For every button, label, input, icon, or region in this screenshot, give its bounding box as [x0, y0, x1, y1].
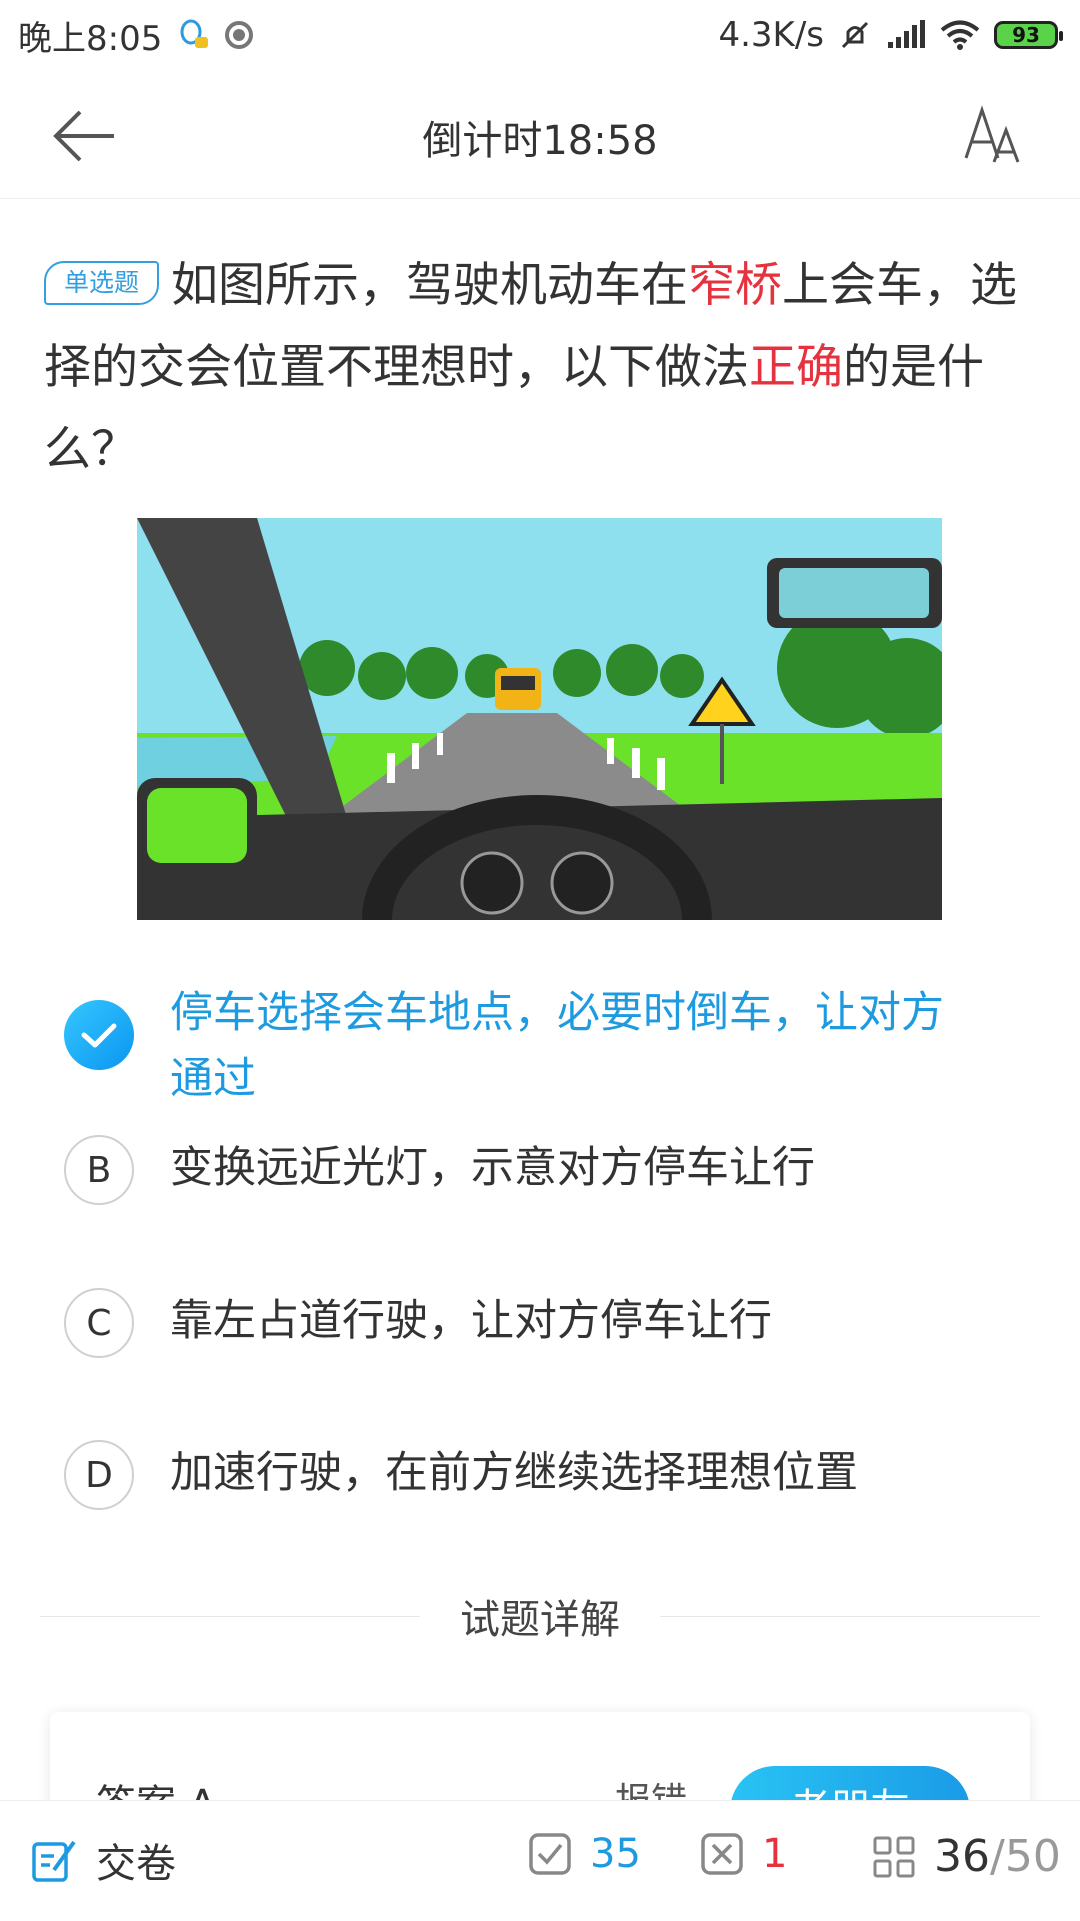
- option-a-text: 停车选择会车地点，必要时倒车，让对方通过: [170, 988, 944, 1104]
- option-d-letter: D: [64, 1440, 134, 1510]
- mute-icon: [841, 21, 869, 49]
- question-segment: 如图所示，驾驶机动车在: [171, 258, 689, 313]
- progress-total: /50: [990, 1831, 1061, 1882]
- option-d-text: 加速行驶，在前方继续选择理想位置: [170, 1448, 858, 1498]
- font-size-button[interactable]: [960, 100, 1030, 170]
- question-type-badge: 单选题: [44, 260, 160, 305]
- question-progress[interactable]: 36/50: [872, 1831, 1061, 1882]
- wrong-count-value: 1: [762, 1831, 788, 1877]
- network-speed: 4.3K/s: [718, 15, 824, 55]
- top-nav-bar: 倒计时18:58: [0, 70, 1080, 199]
- submit-exam-button[interactable]: 交卷: [30, 1831, 176, 1889]
- question-illustration: [137, 518, 942, 920]
- correct-box-icon: [529, 1833, 571, 1875]
- correct-count-value: 35: [590, 1831, 641, 1877]
- option-c-letter: C: [64, 1288, 134, 1358]
- explanation-heading: 试题详解: [460, 1597, 620, 1643]
- option-c[interactable]: C 靠左占道行驶，让对方停车让行: [64, 1288, 1014, 1358]
- option-c-text: 靠左占道行驶，让对方停车让行: [170, 1296, 772, 1346]
- grid-icon: [873, 1836, 915, 1877]
- status-bar: 晚上8:05 4.3K/s 93: [0, 0, 1080, 70]
- qq-icon: [180, 19, 209, 48]
- option-b[interactable]: B 变换远近光灯，示意对方停车让行: [64, 1135, 1014, 1205]
- divider-line-right: [660, 1615, 1040, 1617]
- correct-count[interactable]: 35: [528, 1831, 641, 1877]
- option-d[interactable]: D 加速行驶，在前方继续选择理想位置: [64, 1440, 1014, 1510]
- explanation-divider: 试题详解: [40, 1586, 1040, 1646]
- option-a-checkmark: [64, 1000, 134, 1070]
- status-time: 晚上8:05: [18, 18, 163, 59]
- option-a[interactable]: 停车选择会车地点，必要时倒车，让对方通过: [64, 980, 1014, 1112]
- progress-text: 36/50: [934, 1831, 1061, 1882]
- question-keyword: 正确: [749, 340, 843, 395]
- submit-label: 交卷: [96, 1841, 176, 1887]
- progress-current: 36: [934, 1831, 990, 1882]
- option-b-text: 变换远近光灯，示意对方停车让行: [170, 1143, 815, 1193]
- divider-line-left: [40, 1615, 420, 1617]
- record-icon: [225, 21, 254, 49]
- wifi-icon: [940, 20, 980, 50]
- wrong-count[interactable]: 1: [700, 1831, 787, 1877]
- question-text: 单选题 如图所示，驾驶机动车在窄桥上会车，选择的交会位置不理想时，以下做法正确的是…: [44, 245, 1044, 491]
- signal-icon: [888, 20, 925, 48]
- check-icon: [81, 1023, 117, 1048]
- countdown-title: 倒计时18:58: [422, 118, 658, 164]
- option-b-letter: B: [64, 1135, 134, 1205]
- edit-paper-icon: [32, 1840, 76, 1882]
- driving-scene-image: [137, 518, 942, 920]
- font-size-icon: [964, 105, 1020, 163]
- bottom-bar: 交卷 35 1 36/50: [0, 1800, 1080, 1921]
- battery-level: 93: [1012, 23, 1040, 47]
- question-keyword: 窄桥: [688, 258, 783, 313]
- battery-icon: 93: [994, 21, 1063, 49]
- wrong-box-icon: [701, 1833, 743, 1875]
